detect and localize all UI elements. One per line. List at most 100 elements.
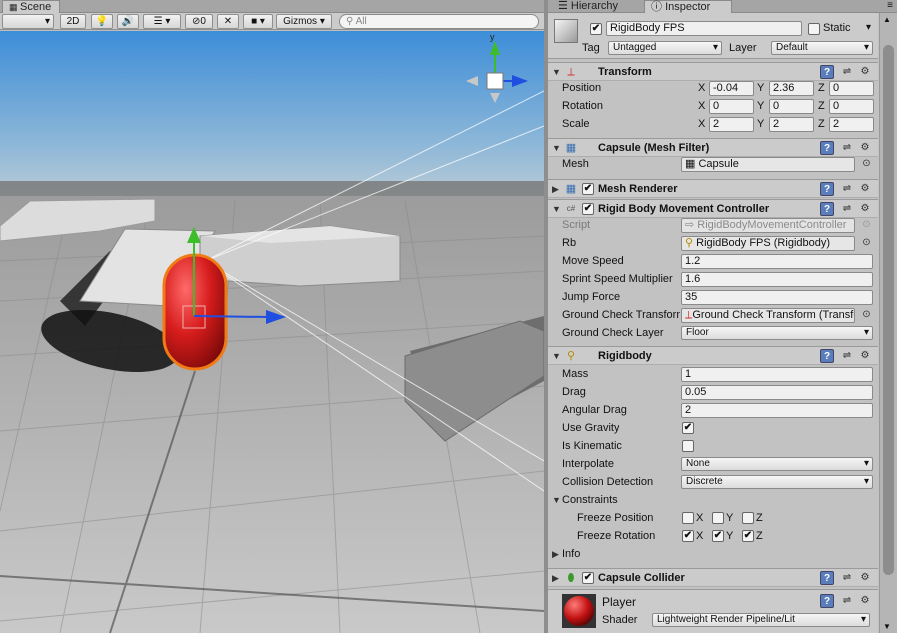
ground-check-object-field[interactable]: ⟂Ground Check Transform (Transform) — [681, 308, 855, 323]
freeze-position-y-checkbox[interactable] — [712, 512, 724, 524]
rb-object-field[interactable]: ⚲ RigidBody FPS (Rigidbody) — [681, 236, 855, 251]
capsule-collider-enabled-checkbox[interactable]: ✔ — [582, 572, 594, 584]
gear-icon[interactable]: ⚙ — [858, 182, 872, 196]
move-speed-row: Move Speed 1.2 — [548, 252, 878, 270]
inspector-scrollbar[interactable]: ▲ ▼ — [879, 13, 897, 633]
scale-y-field[interactable]: 2 — [769, 117, 814, 132]
help-icon[interactable]: ? — [820, 202, 834, 216]
info-row[interactable]: ▶ Info — [548, 545, 878, 563]
object-picker-icon[interactable]: ⊙ — [861, 237, 872, 248]
foldout-open-icon[interactable]: ▼ — [552, 203, 561, 215]
toggle-2d-button[interactable]: 2D — [60, 14, 86, 29]
move-speed-field[interactable]: 1.2 — [681, 254, 873, 269]
foldout-closed-icon[interactable]: ▶ — [552, 548, 559, 560]
preset-icon[interactable]: ⇌ — [840, 349, 854, 363]
help-icon[interactable]: ? — [820, 141, 834, 155]
tab-scene[interactable]: ▦ Scene — [2, 0, 60, 13]
gameobject-active-checkbox[interactable]: ✔ — [590, 23, 602, 35]
foldout-open-icon[interactable]: ▼ — [552, 350, 561, 362]
gizmos-dropdown[interactable]: Gizmos ▾ — [276, 14, 332, 29]
mesh-renderer-enabled-checkbox[interactable]: ✔ — [582, 183, 594, 195]
shader-dropdown[interactable]: Lightweight Render Pipeline/Lit — [652, 613, 870, 627]
mass-field[interactable]: 1 — [681, 367, 873, 382]
scene-search-input[interactable]: ⚲ All — [339, 14, 539, 29]
tab-hierarchy[interactable]: ☰ Hierarchy — [552, 0, 636, 13]
collision-dropdown[interactable]: Discrete — [681, 475, 873, 489]
object-picker-icon[interactable]: ⊙ — [861, 309, 872, 320]
static-dropdown-icon[interactable]: ▾ — [866, 22, 871, 33]
mesh-row: Mesh ▦ Capsule ⊙ — [548, 155, 878, 173]
foldout-open-icon[interactable]: ▼ — [552, 494, 561, 506]
tag-dropdown[interactable]: Untagged — [608, 41, 722, 55]
freeze-position-z-checkbox[interactable] — [742, 512, 754, 524]
audio-toggle-button[interactable]: 🔊 — [117, 14, 139, 29]
freeze-position-x-checkbox[interactable] — [682, 512, 694, 524]
gameobject-name-field[interactable]: RigidBody FPS — [606, 21, 802, 36]
gear-icon[interactable]: ⚙ — [858, 202, 872, 216]
position-x-field[interactable]: -0.04 — [709, 81, 754, 96]
rotation-y-field[interactable]: 0 — [769, 99, 814, 114]
tab-inspector[interactable]: ⓘ Inspector — [644, 0, 732, 13]
gear-icon[interactable]: ⚙ — [858, 571, 872, 585]
help-icon[interactable]: ? — [820, 182, 834, 196]
sprint-field[interactable]: 1.6 — [681, 272, 873, 287]
is-kinematic-checkbox[interactable] — [682, 440, 694, 452]
rb-value: RigidBody FPS (Rigidbody) — [696, 237, 831, 249]
position-z-field[interactable]: 0 — [829, 81, 874, 96]
capsule-collider-header[interactable]: ▶ ⬮ ✔ Capsule Collider ? ⇌ ⚙ — [548, 568, 878, 587]
ground-layer-dropdown[interactable]: Floor — [681, 326, 873, 340]
gear-icon[interactable]: ⚙ — [858, 65, 872, 79]
gear-icon[interactable]: ⚙ — [858, 141, 872, 155]
rigidbody-header[interactable]: ▼ ⚲ Rigidbody ? ⇌ ⚙ — [548, 346, 878, 365]
help-icon[interactable]: ? — [820, 349, 834, 363]
help-icon[interactable]: ? — [820, 594, 834, 608]
mesh-renderer-header[interactable]: ▶ ▦ ✔ Mesh Renderer ? ⇌ ⚙ — [548, 179, 878, 198]
lighting-toggle-button[interactable]: 💡 — [91, 14, 113, 29]
use-gravity-checkbox[interactable]: ✔ — [682, 422, 694, 434]
freeze-rotation-x-checkbox[interactable]: ✔ — [682, 530, 694, 542]
camera-dropdown[interactable]: ■ ▾ — [243, 14, 273, 29]
constraints-row[interactable]: ▼ Constraints — [548, 491, 878, 509]
scale-z-field[interactable]: 2 — [829, 117, 874, 132]
panel-menu-icon[interactable]: ≡ — [887, 0, 893, 12]
preset-icon[interactable]: ⇌ — [840, 141, 854, 155]
help-icon[interactable]: ? — [820, 65, 834, 79]
scrollbar-thumb[interactable] — [883, 45, 894, 575]
freeze-rotation-y-checkbox[interactable]: ✔ — [712, 530, 724, 542]
scroll-down-icon[interactable]: ▼ — [883, 622, 891, 631]
shading-mode-dropdown[interactable]: ▾ — [2, 14, 54, 29]
foldout-open-icon[interactable]: ▼ — [552, 66, 561, 78]
foldout-closed-icon[interactable]: ▶ — [552, 183, 559, 195]
object-picker-icon[interactable]: ⊙ — [861, 158, 872, 169]
static-checkbox[interactable] — [808, 23, 820, 35]
jump-field[interactable]: 35 — [681, 290, 873, 305]
preset-icon[interactable]: ⇌ — [840, 202, 854, 216]
rotation-z-field[interactable]: 0 — [829, 99, 874, 114]
foldout-open-icon[interactable]: ▼ — [552, 142, 561, 154]
foldout-closed-icon[interactable]: ▶ — [552, 572, 559, 584]
rotation-x-field[interactable]: 0 — [709, 99, 754, 114]
scale-x-field[interactable]: 2 — [709, 117, 754, 132]
preset-icon[interactable]: ⇌ — [840, 182, 854, 196]
layer-dropdown[interactable]: Default — [771, 41, 873, 55]
movement-controller-enabled-checkbox[interactable]: ✔ — [582, 203, 594, 215]
preset-icon[interactable]: ⇌ — [840, 571, 854, 585]
svg-text:y: y — [490, 32, 495, 42]
scroll-up-icon[interactable]: ▲ — [883, 15, 891, 24]
gizmo-z-axis[interactable] — [193, 315, 269, 318]
drag-field[interactable]: 0.05 — [681, 385, 873, 400]
scene-viewport[interactable]: y — [0, 31, 544, 633]
mesh-object-field[interactable]: ▦ Capsule — [681, 157, 855, 172]
gear-icon[interactable]: ⚙ — [858, 349, 872, 363]
freeze-rotation-z-checkbox[interactable]: ✔ — [742, 530, 754, 542]
effects-dropdown[interactable]: ☰ ▾ — [143, 14, 181, 29]
preset-icon[interactable]: ⇌ — [840, 65, 854, 79]
preset-icon[interactable]: ⇌ — [840, 594, 854, 608]
tools-toggle-button[interactable]: ✕ — [217, 14, 239, 29]
position-y-field[interactable]: 2.36 — [769, 81, 814, 96]
interpolate-dropdown[interactable]: None — [681, 457, 873, 471]
hidden-objects-toggle[interactable]: ⊘0 — [185, 14, 213, 29]
help-icon[interactable]: ? — [820, 571, 834, 585]
angular-drag-field[interactable]: 2 — [681, 403, 873, 418]
gear-icon[interactable]: ⚙ — [858, 594, 872, 608]
